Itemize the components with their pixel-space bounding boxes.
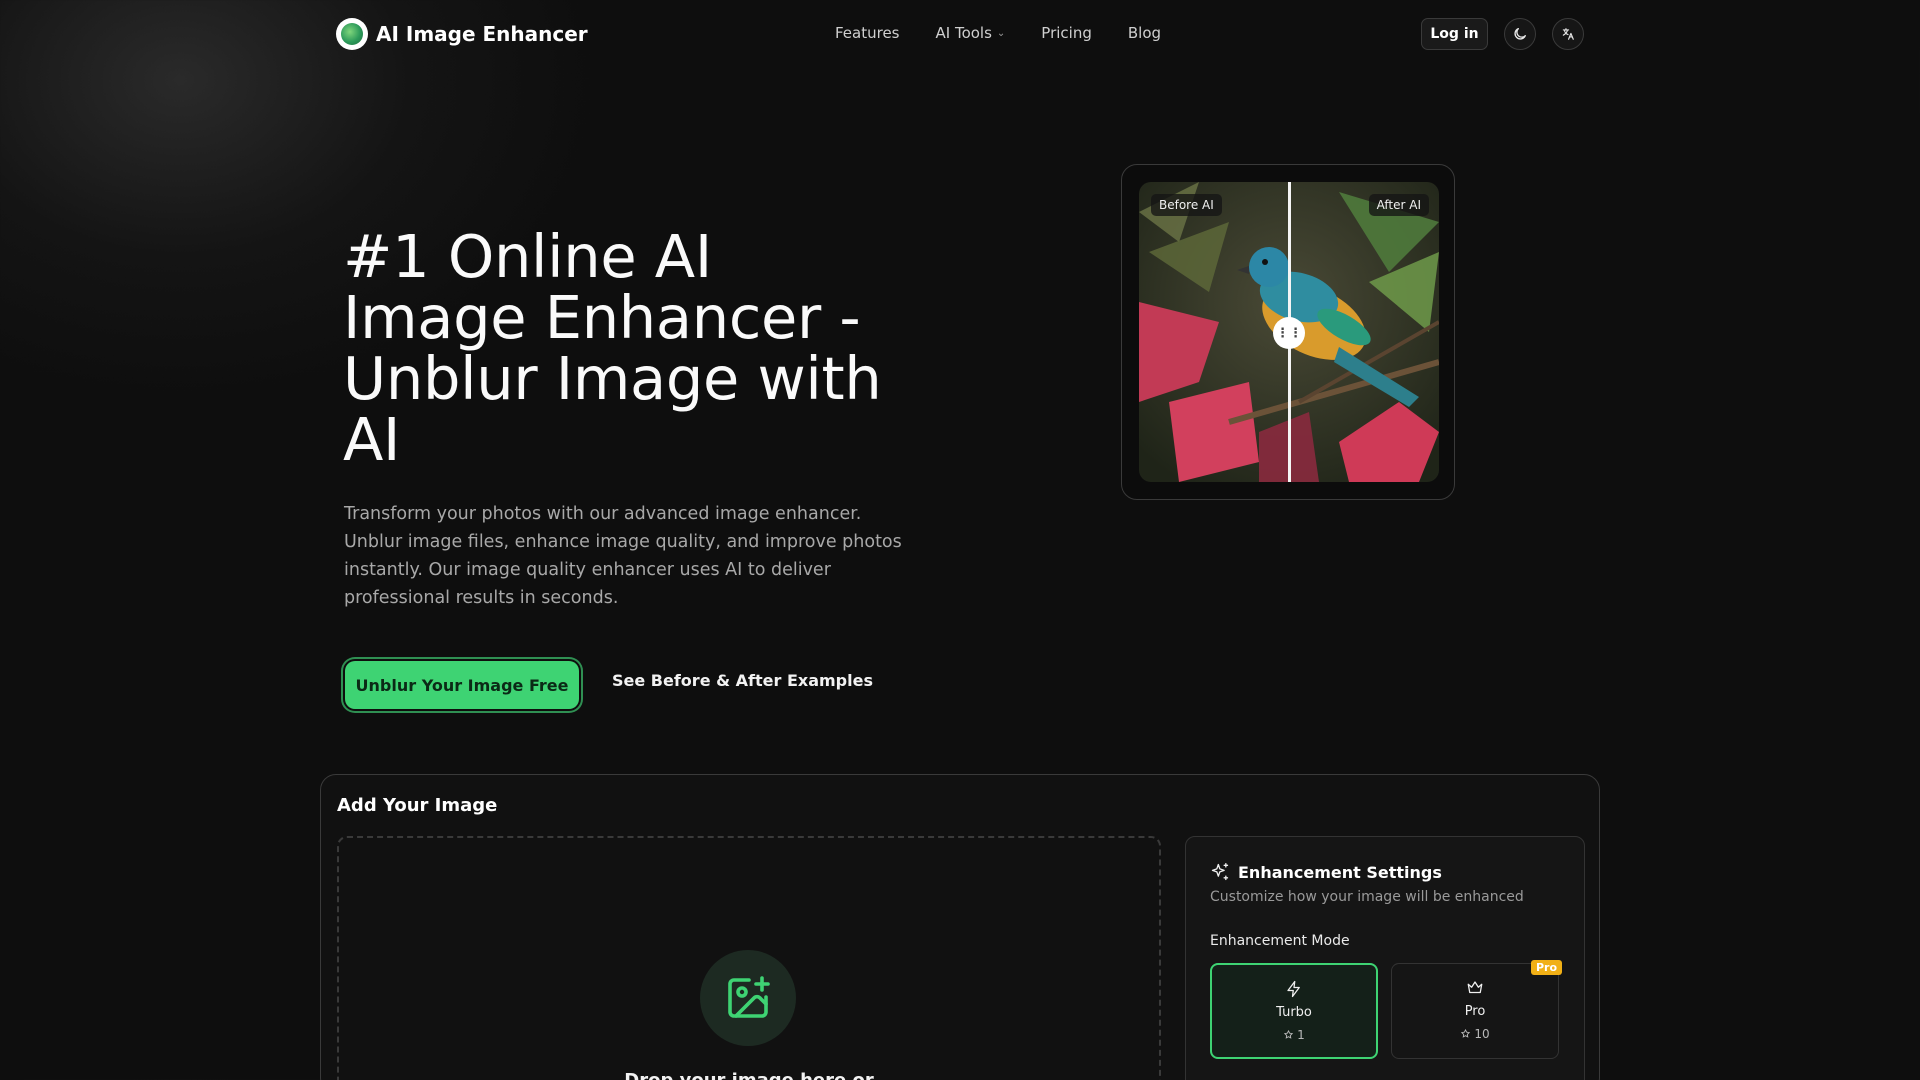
before-ai-label: Before AI: [1151, 194, 1222, 216]
sparkles-icon: [1211, 863, 1229, 881]
hero-description: Transform your photos with our advanced …: [344, 504, 902, 608]
nav-link-features[interactable]: Features: [835, 24, 900, 42]
enhancement-settings-card: Enhancement Settings Customize how your …: [1185, 836, 1585, 1080]
dropzone-text: Drop your image here or: [339, 1070, 1159, 1080]
before-after-examples-link[interactable]: See Before & After Examples: [612, 671, 873, 690]
enhancement-mode-label: Enhancement Mode: [1210, 933, 1350, 949]
before-after-comparison: Before AI After AI ⋮⋮: [1121, 164, 1455, 500]
mode-cost-value: 1: [1297, 1028, 1305, 1042]
upload-panel: Add Your Image Drop your image here or E…: [320, 774, 1600, 1080]
unblur-image-button[interactable]: Unblur Your Image Free: [345, 661, 579, 709]
mode-option-pro[interactable]: Pro Pro 10: [1391, 960, 1562, 1059]
crown-icon: [1465, 978, 1485, 998]
moon-icon: [1514, 28, 1526, 40]
chevron-down-icon: ⌄: [996, 27, 1006, 39]
nav-link-pricing[interactable]: Pricing: [1041, 24, 1092, 42]
nav-links: Features AI Tools ⌄ Pricing Blog: [835, 24, 1161, 42]
settings-title: Enhancement Settings: [1238, 862, 1442, 882]
logo-icon: [336, 18, 368, 50]
after-ai-label: After AI: [1368, 194, 1429, 216]
drag-handle-icon[interactable]: ⋮⋮: [1273, 317, 1305, 349]
mode-option-turbo[interactable]: Turbo 1: [1210, 963, 1378, 1059]
mode-cost-value: 10: [1474, 1027, 1490, 1041]
credit-icon: [1461, 1028, 1471, 1038]
mode-name: Turbo: [1276, 1005, 1312, 1020]
brand-logo[interactable]: AI Image Enhancer: [336, 18, 588, 50]
settings-header: Enhancement Settings: [1210, 862, 1442, 882]
credit-icon: [1284, 1029, 1294, 1039]
mode-cost: 1: [1283, 1028, 1305, 1042]
mode-name: Pro: [1464, 1004, 1486, 1019]
add-image-icon-wrap: [700, 950, 796, 1046]
bolt-icon: [1285, 979, 1303, 999]
add-image-icon: [728, 976, 770, 1018]
nav-link-ai-tools-label: AI Tools: [935, 24, 992, 42]
language-button[interactable]: [1552, 18, 1584, 50]
pro-badge: Pro: [1530, 960, 1562, 975]
top-nav: AI Image Enhancer Features AI Tools ⌄ Pr…: [0, 0, 1920, 68]
theme-toggle-button[interactable]: [1504, 18, 1536, 50]
login-button[interactable]: Log in: [1421, 18, 1488, 50]
settings-subtitle: Customize how your image will be enhance…: [1210, 889, 1524, 905]
nav-link-ai-tools[interactable]: AI Tools ⌄: [936, 24, 1006, 42]
mode-cost: 10: [1460, 1027, 1490, 1041]
translate-icon: [1562, 28, 1574, 40]
image-dropzone[interactable]: Drop your image here or: [337, 836, 1161, 1080]
hero-title: #1 Online AI Image Enhancer - Unblur Ima…: [343, 222, 882, 474]
comparison-image[interactable]: Before AI After AI ⋮⋮: [1139, 182, 1439, 482]
upload-title: Add Your Image: [337, 795, 498, 816]
nav-link-blog[interactable]: Blog: [1128, 24, 1161, 42]
brand-name: AI Image Enhancer: [376, 22, 588, 46]
